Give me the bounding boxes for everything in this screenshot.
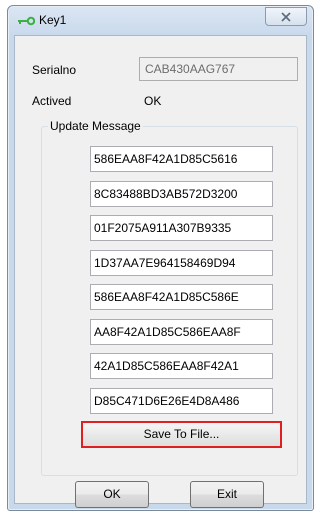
- message-field-4[interactable]: 1D37AA7E964158469D94: [90, 250, 273, 276]
- dialog-body: Serialno CAB430AAG767 Actived OK Update …: [14, 35, 307, 508]
- serial-number-field[interactable]: CAB430AAG767: [139, 57, 298, 81]
- key1-dialog: Key1 Serialno CAB430AAG767 Actived OK Up…: [7, 5, 314, 511]
- actived-label: Actived: [32, 94, 72, 108]
- message-field-2[interactable]: 8C83488BD3AB572D3200: [90, 181, 273, 207]
- close-button[interactable]: [265, 7, 307, 26]
- exit-button[interactable]: Exit: [190, 481, 264, 508]
- message-field-7[interactable]: 42A1D85C586EAA8F42A1: [90, 353, 273, 379]
- title-bar[interactable]: Key1: [8, 6, 313, 36]
- close-icon: [281, 11, 291, 22]
- save-to-file-button[interactable]: Save To File...: [81, 421, 282, 448]
- actived-value: OK: [144, 94, 162, 108]
- ok-button[interactable]: OK: [75, 481, 149, 508]
- message-field-1[interactable]: 586EAA8F42A1D85C5616: [90, 146, 273, 172]
- message-field-3[interactable]: 01F2075A911A307B9335: [90, 215, 273, 241]
- update-message-label: Update Message: [48, 119, 143, 133]
- key-icon: [18, 16, 35, 26]
- message-field-5[interactable]: 586EAA8F42A1D85C586E: [90, 284, 273, 310]
- message-field-6[interactable]: AA8F42A1D85C586EAA8F: [90, 319, 273, 345]
- window-title: Key1: [39, 13, 67, 27]
- message-field-8[interactable]: D85C471D6E26E4D8A486: [90, 388, 273, 414]
- serial-label: Serialno: [32, 63, 77, 77]
